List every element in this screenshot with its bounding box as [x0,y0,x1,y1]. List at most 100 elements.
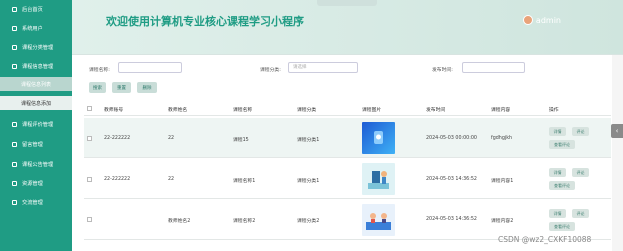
column-header: 教师姓名 [168,108,188,113]
course-category: 课程分类2 [297,219,320,224]
sidebar-item-course-info[interactable]: 课程信息管理 [0,59,72,73]
course-name: 课程名称2 [233,219,256,224]
row-checkbox[interactable] [87,177,92,182]
sidebar-item-label: 课程公告管理 [22,161,54,168]
course-name: 课程名称1 [233,179,256,184]
table-row [84,118,611,158]
view-reviews-button[interactable]: 查看评论 [549,222,575,231]
course-image [362,122,395,154]
detail-button[interactable]: 详情 [549,209,566,218]
teacher-account: 22-222222 [104,136,131,141]
review-button[interactable]: 评论 [572,209,589,218]
sidebar-subitem-course-list[interactable]: 课程信息列表 [0,77,72,91]
course-category: 课程分类1 [297,138,320,143]
course-category: 课程分类1 [297,179,320,184]
sidebar: 后台首页 系统用户 课程分类管理 课程信息管理 课程信息列表 课程信息添加 课程… [0,0,72,251]
column-header: 课程名称 [233,108,253,113]
user-menu[interactable]: admin [522,15,561,25]
sidebar-item-label: 系统用户 [22,25,43,32]
sidebar-item-category[interactable]: 课程分类管理 [0,40,72,54]
view-reviews-button[interactable]: 查看评论 [549,140,575,149]
page-title: 欢迎使用计算机专业核心课程学习小程序 [106,15,304,28]
sidebar-item-home[interactable]: 后台首页 [0,2,72,16]
column-header: 课程分类 [297,108,317,113]
column-header: 课程内容 [491,108,511,113]
watermark: CSDN @wz2_CXKF10088 [498,235,592,244]
user-icon [12,25,17,31]
sidebar-item-notices[interactable]: 课程公告管理 [0,157,72,171]
course-content: fgdhgjkh [491,136,513,141]
course-name-label: 课程名称: [89,68,110,73]
category-label: 课程分类: [260,68,281,73]
column-header: 操作 [549,108,559,113]
sidebar-item-resources[interactable]: 资源管理 [0,176,72,190]
teacher-name: 教师姓名2 [168,219,191,224]
sidebar-item-label: 课程信息列表 [20,81,51,88]
category-select[interactable]: 请选择 [288,62,358,73]
teacher-name: 22 [168,177,175,182]
row-checkbox[interactable] [87,217,92,222]
sidebar-item-course-review[interactable]: 课程评价管理 [0,117,72,131]
table-header [84,97,611,116]
course-name: 课程15 [233,138,249,143]
sidebar-item-label: 课程分类管理 [22,44,54,51]
home-icon [12,6,17,12]
sidebar-item-label: 课程信息管理 [22,63,54,70]
resource-icon [12,180,17,186]
collapse-tab[interactable]: ‹ [611,124,623,138]
sidebar-item-messages[interactable]: 留言管理 [0,137,72,151]
publish-time: 2024-05-03 14:36:52 [426,217,477,222]
scrollbar[interactable] [612,55,623,251]
chevron-left-icon: ‹ [615,127,619,135]
category-icon [12,44,17,50]
sidebar-item-label: 资源管理 [22,180,43,187]
sidebar-item-label: 留言管理 [22,141,43,148]
publish-time-input[interactable] [462,62,525,73]
column-header: 课程图片 [362,108,382,113]
course-name-input[interactable] [118,62,182,73]
avatar [522,15,533,25]
sidebar-item-label: 后台首页 [22,6,43,13]
column-header: 发布时间 [426,108,446,113]
delete-button[interactable]: 删除 [137,82,157,93]
teacher-name: 22 [168,136,175,141]
notice-icon [12,161,17,167]
publish-time: 2024-05-03 14:36:52 [426,177,477,182]
exchange-icon [12,199,17,205]
course-content: 课程内容2 [491,219,514,224]
table-row [84,200,611,240]
search-button[interactable]: 搜索 [89,82,106,93]
sidebar-subitem-course-add[interactable]: 课程信息添加 [0,96,72,110]
publish-time-label: 发布时间: [432,68,453,73]
publish-time: 2024-05-03 00:00:00 [426,136,477,141]
meeting-illustration [366,213,391,230]
detail-button[interactable]: 详情 [549,168,566,177]
sidebar-item-label: 交流管理 [22,199,43,206]
review-button[interactable]: 评论 [572,127,589,136]
course-image [362,204,395,236]
sidebar-item-label: 课程信息添加 [20,100,51,107]
review-icon [12,121,17,127]
select-all-checkbox[interactable] [87,106,92,111]
column-header: 教师账号 [104,108,124,113]
course-image [362,163,395,195]
view-reviews-button[interactable]: 查看评论 [549,181,575,190]
message-icon [12,141,17,147]
app-root: 后台首页 系统用户 课程分类管理 课程信息管理 课程信息列表 课程信息添加 课程… [0,0,623,251]
teacher-account: 22-222222 [104,177,131,182]
sidebar-item-exchange[interactable]: 交流管理 [0,195,72,209]
sidebar-item-system-users[interactable]: 系统用户 [0,21,72,35]
review-button[interactable]: 评论 [572,168,589,177]
blue-icon [374,131,383,144]
table-row [84,159,611,199]
top-tab-strip [317,0,377,6]
course-icon [12,63,17,69]
detail-button[interactable]: 详情 [549,127,566,136]
sidebar-item-label: 课程评价管理 [22,121,54,128]
course-content: 课程内容1 [491,179,514,184]
header: 欢迎使用计算机专业核心课程学习小程序 admin [72,0,623,55]
study-illustration [368,171,389,189]
reset-button[interactable]: 重置 [112,82,131,93]
username: admin [535,15,561,25]
row-checkbox[interactable] [87,136,92,141]
